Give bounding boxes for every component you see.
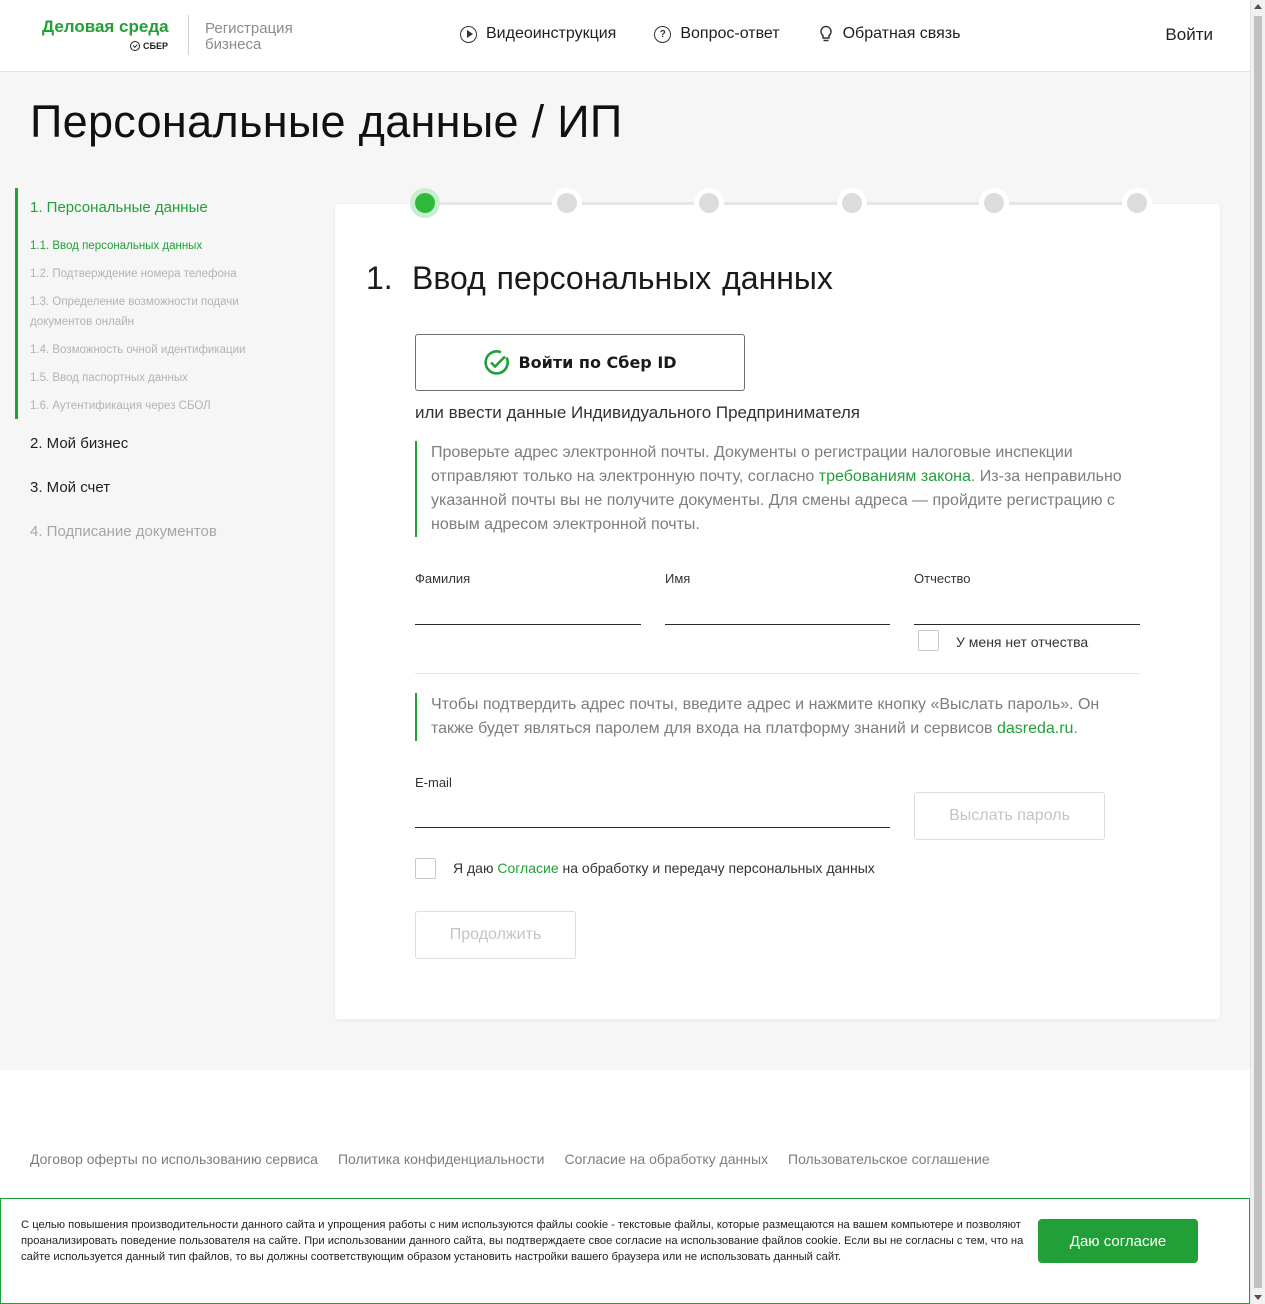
dasreda-link[interactable]: dasreda.ru bbox=[997, 720, 1074, 737]
logo-registration: Регистрация бизнеса bbox=[205, 20, 293, 53]
scrollbar-thumb[interactable] bbox=[1254, 16, 1262, 1288]
play-circle-icon bbox=[460, 25, 477, 43]
scroll-down-icon[interactable] bbox=[1254, 1295, 1262, 1300]
logo[interactable]: Деловая среда bbox=[42, 17, 169, 37]
email-notice: Проверьте адрес электронной почты. Докум… bbox=[415, 441, 1135, 537]
main-nav: Видеоинструкция ? Вопрос-ответ Обратная … bbox=[460, 25, 960, 43]
step-my-business[interactable]: 2. Мой бизнес bbox=[30, 435, 128, 452]
consent-link[interactable]: Согласие bbox=[497, 860, 558, 876]
email-label: E-mail bbox=[415, 775, 452, 790]
footer-link-privacy[interactable]: Политика конфиденциальности bbox=[338, 1151, 545, 1167]
divider bbox=[415, 673, 1140, 674]
patronymic-input[interactable] bbox=[914, 624, 1140, 625]
substep-1-4[interactable]: 1.4. Возможность очной идентификации bbox=[30, 340, 280, 360]
page-title: Персональные данные / ИП bbox=[30, 96, 623, 147]
cookie-banner: С целью повышения производительности дан… bbox=[0, 1198, 1250, 1304]
scroll-up-icon[interactable] bbox=[1254, 4, 1262, 9]
login-link[interactable]: Войти bbox=[1165, 25, 1213, 45]
sber-id-login-button[interactable]: Войти по Сбер ID bbox=[415, 334, 745, 391]
nav-video-instruction[interactable]: Видеоинструкция bbox=[460, 25, 616, 43]
nav-label: Видеоинструкция bbox=[486, 25, 617, 42]
question-circle-icon: ? bbox=[654, 25, 672, 43]
scrollbar[interactable] bbox=[1250, 0, 1265, 1304]
nav-feedback[interactable]: Обратная связь bbox=[818, 25, 961, 43]
consent-checkbox[interactable] bbox=[415, 858, 436, 879]
step-personal-data[interactable]: 1. Персональные данные bbox=[30, 199, 208, 216]
sber-id-label: Войти по Сбер ID bbox=[518, 353, 677, 372]
progress-dot-4 bbox=[837, 188, 867, 218]
patronymic-label: Отчество bbox=[914, 571, 971, 586]
no-patronymic-checkbox[interactable] bbox=[918, 630, 939, 651]
email-input[interactable] bbox=[415, 827, 890, 828]
name-label: Имя bbox=[665, 571, 691, 586]
card-title-number: 1. bbox=[366, 260, 393, 296]
consent-text: Я даю bbox=[453, 860, 498, 876]
logo-title: Деловая среда bbox=[42, 17, 169, 36]
progress-dot-5 bbox=[979, 188, 1009, 218]
no-patronymic-label: У меня нет отчества bbox=[956, 634, 1089, 650]
sber-check-icon bbox=[484, 350, 510, 375]
consent-label: Я даю Согласие на обработку и передачу п… bbox=[453, 860, 875, 876]
substep-1-6[interactable]: 1.6. Аутентификация через СБОЛ bbox=[30, 396, 280, 416]
card-title-text: Ввод персональных данных bbox=[412, 260, 833, 296]
footer-link-user-agreement[interactable]: Пользовательское соглашение bbox=[788, 1151, 990, 1167]
nav-faq[interactable]: ? Вопрос-ответ bbox=[654, 25, 780, 43]
surname-input[interactable] bbox=[415, 624, 641, 625]
footer-link-offer[interactable]: Договор оферты по использованию сервиса bbox=[30, 1151, 318, 1167]
law-requirements-link[interactable]: требованиям закона bbox=[819, 468, 971, 485]
logo-sber-text: СБЕР bbox=[143, 41, 168, 51]
step-my-account[interactable]: 3. Мой счет bbox=[30, 479, 110, 496]
footer-links: Договор оферты по использованию сервиса … bbox=[30, 1151, 990, 1167]
consent-text: на обработку и передачу персональных дан… bbox=[558, 860, 875, 876]
cookie-accept-button[interactable]: Даю согласие bbox=[1038, 1219, 1198, 1263]
progress-dot-1 bbox=[410, 188, 440, 218]
logo-sber: СБЕР bbox=[130, 41, 168, 51]
lightbulb-icon bbox=[819, 25, 832, 42]
substep-1-2[interactable]: 1.2. Подтверждение номера телефона bbox=[30, 264, 280, 284]
substep-1-5[interactable]: 1.5. Ввод паспортных данных bbox=[30, 368, 280, 388]
active-step-indicator bbox=[15, 188, 18, 419]
cookie-text: С целью повышения производительности дан… bbox=[21, 1219, 1024, 1263]
surname-label: Фамилия bbox=[415, 571, 471, 586]
password-notice: Чтобы подтвердить адрес почты, введите а… bbox=[415, 693, 1135, 741]
progress-dot-3 bbox=[694, 188, 724, 218]
nav-label: Вопрос-ответ bbox=[680, 25, 780, 42]
card-title: 1. Ввод персональных данных bbox=[366, 260, 833, 297]
progress-dot-6 bbox=[1122, 188, 1152, 218]
send-password-button[interactable]: Выслать пароль bbox=[914, 792, 1105, 840]
substep-1-1[interactable]: 1.1. Ввод персональных данных bbox=[30, 236, 280, 256]
step-signing-documents[interactable]: 4. Подписание документов bbox=[30, 523, 217, 540]
substep-1-3[interactable]: 1.3. Определение возможности подачи доку… bbox=[30, 292, 270, 332]
continue-button[interactable]: Продолжить bbox=[415, 911, 576, 959]
header: Деловая среда СБЕР Регистрация бизнеса В… bbox=[0, 0, 1250, 72]
progress-dot-2 bbox=[552, 188, 582, 218]
or-text: или ввести данные Индивидуального Предпр… bbox=[415, 403, 860, 422]
name-input[interactable] bbox=[665, 624, 890, 625]
sber-check-icon bbox=[130, 41, 140, 51]
nav-label: Обратная связь bbox=[842, 25, 961, 42]
notice-text: . bbox=[1073, 720, 1078, 737]
form-card bbox=[335, 204, 1220, 1019]
logo-divider bbox=[188, 15, 189, 55]
progress-line bbox=[425, 202, 1137, 205]
footer-link-consent[interactable]: Согласие на обработку данных bbox=[565, 1151, 769, 1167]
